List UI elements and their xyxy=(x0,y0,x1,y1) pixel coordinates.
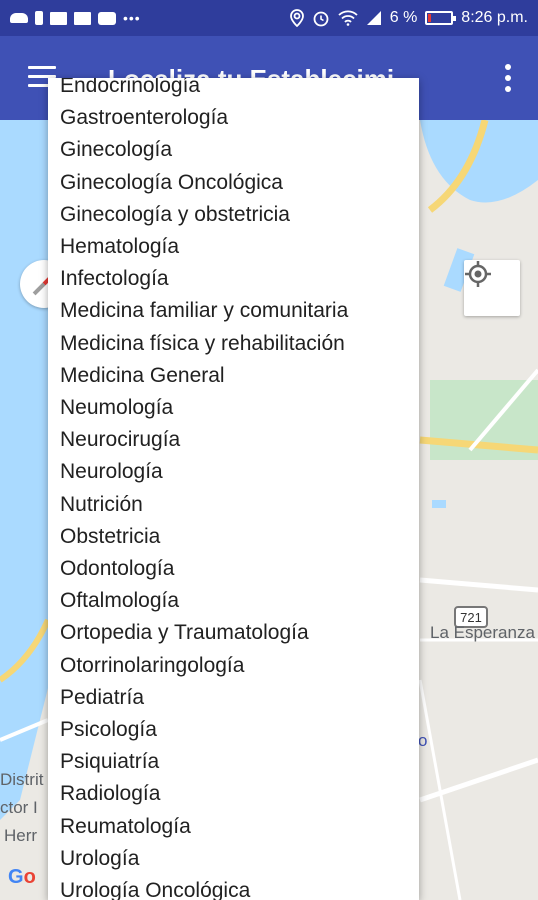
mail-icon xyxy=(50,11,67,25)
specialty-option[interactable]: Gastroenterología xyxy=(60,102,228,134)
specialty-option[interactable]: Urología xyxy=(60,843,139,875)
specialty-option[interactable]: Medicina General xyxy=(60,360,225,392)
specialty-dropdown[interactable]: Endocrinología Gastroenterología Ginecolog… xyxy=(48,78,419,900)
specialty-option[interactable]: Urología Oncológica xyxy=(60,875,250,900)
specialty-option[interactable]: Ginecología xyxy=(60,134,172,166)
specialty-option[interactable]: Ortopedia y Traumatología xyxy=(60,617,309,649)
specialty-option[interactable]: Psiquiatría xyxy=(60,746,159,778)
map-label-herr: Herr xyxy=(4,826,38,845)
specialty-option[interactable]: Medicina familiar y comunitaria xyxy=(60,295,348,327)
system-icons: 6 % 8:26 p.m. xyxy=(289,9,528,27)
specialty-option[interactable]: Reumatología xyxy=(60,811,191,843)
specialty-option[interactable]: Nutrición xyxy=(60,489,143,521)
my-location-button[interactable] xyxy=(464,260,520,316)
signal-icon xyxy=(366,11,381,25)
calendar-icon xyxy=(74,11,91,25)
specialty-option[interactable]: Medicina física y rehabilitación xyxy=(60,328,345,360)
my-location-icon xyxy=(465,261,491,287)
specialty-option[interactable]: Hematología xyxy=(60,231,179,263)
location-icon xyxy=(289,9,304,27)
battery-percent: 6 % xyxy=(389,9,418,26)
specialty-option[interactable]: Pediatría xyxy=(60,682,144,714)
battery-icon xyxy=(425,11,457,25)
status-bar: ••• 6 % 8:26 p.m. xyxy=(0,0,538,36)
map-label-distrit: Distrit xyxy=(0,770,44,789)
alarm-icon xyxy=(313,11,329,27)
map-label-o: o xyxy=(418,731,428,750)
specialty-option[interactable]: Ginecología y obstetricia xyxy=(60,199,290,231)
google-logo: Go xyxy=(8,866,36,888)
specialty-option[interactable]: Ginecología Oncológica xyxy=(60,167,283,199)
specialty-option[interactable]: Neumología xyxy=(60,392,173,424)
battery-saver-icon xyxy=(35,11,43,25)
specialty-option[interactable]: Psicología xyxy=(60,714,157,746)
specialty-option[interactable]: Odontología xyxy=(60,553,174,585)
notification-icons: ••• xyxy=(10,10,141,26)
cloud-icon xyxy=(10,13,28,23)
specialty-option[interactable]: Oftalmología xyxy=(60,585,179,617)
specialty-option[interactable]: Neurología xyxy=(60,456,163,488)
specialty-option[interactable]: Neurocirugía xyxy=(60,424,180,456)
overflow-menu-icon[interactable] xyxy=(504,64,512,92)
specialty-option[interactable]: Otorrinolaringología xyxy=(60,650,244,682)
map-label-ctor: ctor I xyxy=(0,798,38,817)
more-notifications-icon: ••• xyxy=(123,10,141,26)
youtube-icon xyxy=(98,11,116,25)
clock: 8:26 p.m. xyxy=(461,9,528,26)
specialty-option[interactable]: Obstetricia xyxy=(60,521,160,553)
map-label-la-esperanza: La Esperanza xyxy=(430,623,535,642)
specialty-option[interactable]: Infectología xyxy=(60,263,169,295)
specialty-option[interactable]: Endocrinología xyxy=(60,78,200,102)
wifi-icon xyxy=(338,10,358,26)
specialty-option[interactable]: Radiología xyxy=(60,778,160,810)
